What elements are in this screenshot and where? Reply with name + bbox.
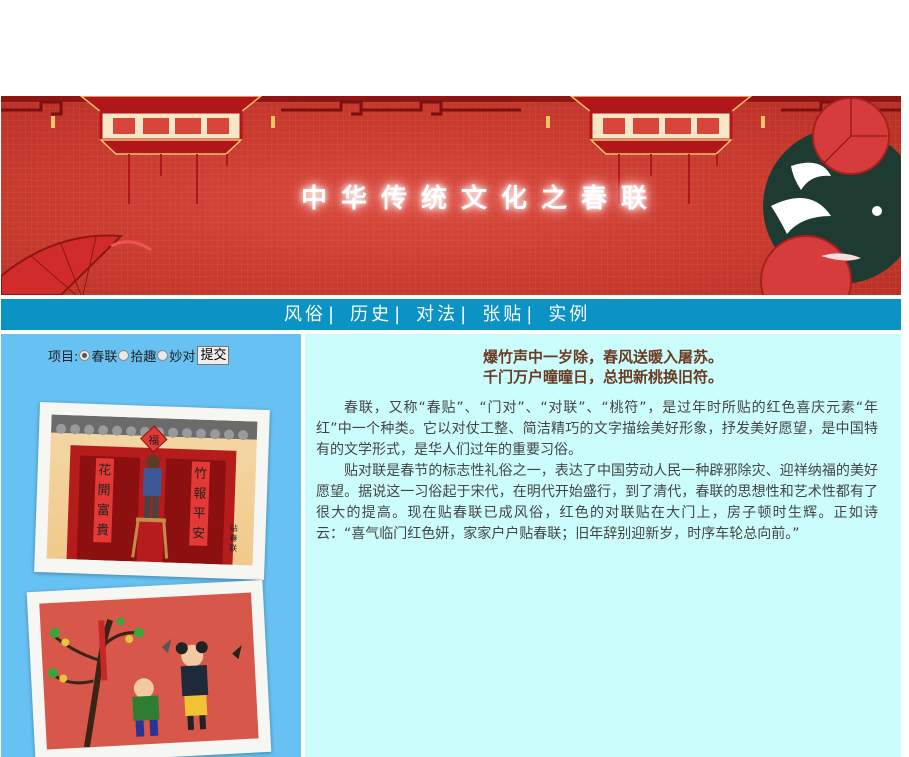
poem-line-2: 千门万户曈曈日，总把新桃换旧符。: [482, 368, 723, 386]
svg-text:春: 春: [229, 533, 237, 543]
main-content: 爆竹声中一岁除，春风送暖入屠苏。 千门万户曈曈日，总把新桃换旧符。 春联，又称“…: [305, 334, 901, 757]
paragraph-1: 春联，又称“春贴”、“门对”、“对联”、“桃符”，是过年时所贴的红色喜庆元素“年…: [316, 400, 878, 458]
nav-items: 风俗 | 历史 | 对法 | 张贴 | 实例: [284, 303, 590, 327]
radio-label-chunlian: 春联: [91, 350, 118, 365]
svg-text:贴: 贴: [230, 523, 238, 533]
article-body: 春联，又称“春贴”、“门对”、“对联”、“桃符”，是过年时所贴的红色喜庆元素“年…: [316, 398, 878, 545]
paragraph-2: 贴对联是春节的标志性礼俗之一，表达了中国劳动人民一种辟邪除灾、迎祥纳福的美好愿望…: [316, 463, 878, 542]
header-banner: 中华传统文化之春联: [1, 96, 901, 295]
radio-label-shiqu: 拾趣: [130, 350, 157, 365]
poem: 爆竹声中一岁除，春风送暖入屠苏。 千门万户曈曈日，总把新桃换旧符。: [305, 347, 901, 387]
radio-chunlian[interactable]: [79, 350, 91, 361]
nav-item-examples[interactable]: 实例: [548, 303, 590, 327]
poem-line-1: 爆竹声中一岁除，春风送暖入屠苏。: [482, 348, 723, 366]
radio-shiqu[interactable]: [118, 350, 130, 361]
umbrella-decor-left: [1, 234, 152, 295]
project-form: 项目: 春联 拾趣 妙对 提交: [48, 346, 230, 365]
palace-lantern-left: [79, 96, 263, 204]
submit-button[interactable]: 提交: [197, 346, 230, 365]
svg-text:福: 福: [148, 433, 159, 447]
nav-separator: |: [328, 304, 335, 325]
nav-item-couplet-rules[interactable]: 对法: [416, 303, 458, 327]
svg-text:联: 联: [229, 544, 237, 553]
nav-item-history[interactable]: 历史: [350, 303, 392, 327]
left-sidebar: 项目: 春联 拾趣 妙对 提交 花 開 富 貴 竹 報 平 安 福 贴 春 联: [1, 334, 301, 757]
svg-text:開: 開: [97, 483, 111, 498]
umbrella-decor-right: [760, 97, 901, 295]
photo-posting-couplets-image: 花 開 富 貴 竹 報 平 安 福 贴 春 联: [46, 414, 258, 566]
banner-title: 中华传统文化之春联: [301, 184, 662, 214]
svg-text:貴: 貴: [96, 523, 110, 538]
nav-item-customs[interactable]: 风俗: [284, 303, 326, 327]
svg-text:竹: 竹: [194, 466, 208, 481]
svg-text:富: 富: [97, 502, 111, 518]
photo-children-firecrackers-image: [39, 592, 259, 750]
project-label: 项目:: [48, 350, 79, 365]
svg-text:安: 安: [192, 526, 206, 541]
main-nav: 风俗 | 历史 | 对法 | 张贴 | 实例: [1, 299, 901, 330]
radio-miaodui[interactable]: [157, 350, 169, 361]
radio-label-miaodui: 妙对: [169, 350, 196, 365]
svg-text:報: 報: [193, 486, 207, 501]
photo-children-firecrackers: [26, 579, 272, 757]
nav-item-posting[interactable]: 张贴: [482, 303, 524, 327]
photo-posting-couplets: 花 開 富 貴 竹 報 平 安 福 贴 春 联: [34, 402, 270, 580]
svg-text:平: 平: [192, 506, 206, 521]
nav-separator: |: [394, 304, 401, 325]
nav-separator: |: [460, 304, 467, 325]
couplet-left-char1: 花: [98, 462, 112, 478]
nav-separator: |: [526, 304, 533, 325]
